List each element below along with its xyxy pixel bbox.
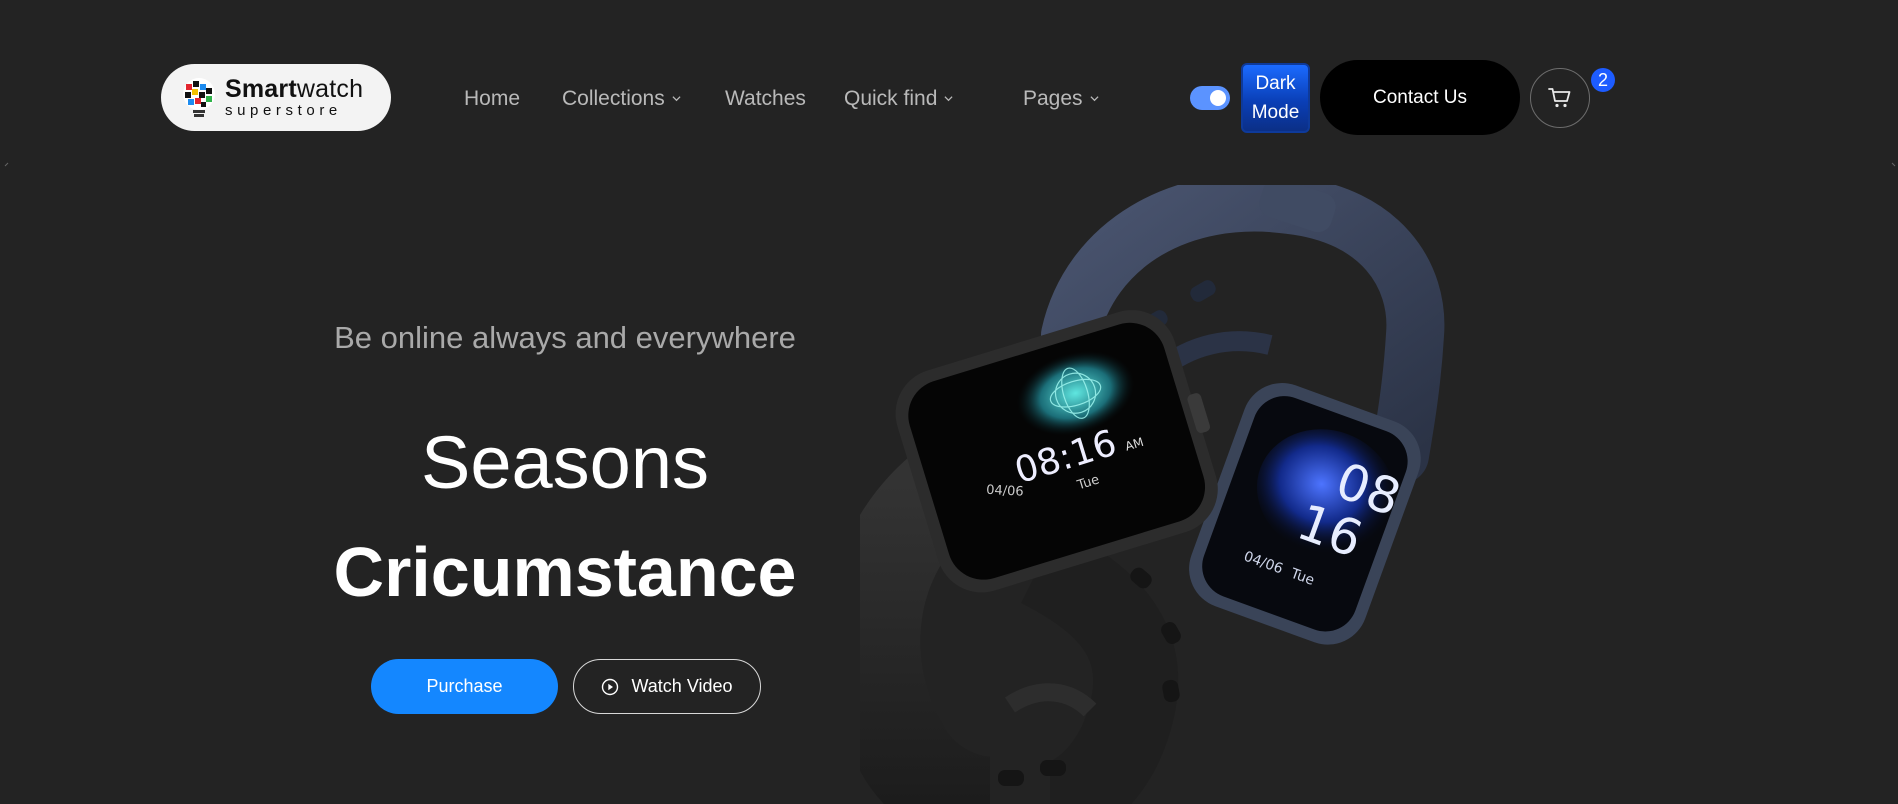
contact-us-label: Contact Us: [1373, 86, 1467, 108]
purchase-label: Purchase: [426, 676, 503, 696]
nav-item-watches[interactable]: Watches: [725, 84, 806, 114]
nav-label: Watches: [725, 87, 806, 110]
smartwatches-product-image: 08 16 04/06 Tue 08:16 AM 04/06 Tue: [860, 185, 1445, 804]
purchase-button[interactable]: Purchase: [371, 659, 558, 714]
nav-item-home[interactable]: Home: [464, 84, 520, 114]
logo-wordmark: Smartwatch superstore: [225, 75, 364, 119]
watch-face-date: 04/06: [986, 483, 1024, 500]
hero-title-line2: Cricumstance: [333, 533, 797, 611]
play-circle-icon: [602, 678, 619, 695]
toggle-knob: [1210, 90, 1226, 106]
logo-word-superstore: superstore: [225, 102, 342, 119]
corner-mark: [1891, 162, 1896, 167]
page: Smartwatch superstore Home Collections W…: [0, 0, 1898, 804]
watch-video-label: Watch Video: [631, 676, 733, 696]
chevron-down-icon: [944, 95, 953, 101]
watch-video-button[interactable]: Watch Video: [573, 659, 761, 714]
hero-title-line1: Seasons: [421, 421, 709, 504]
nav-item-pages[interactable]: Pages: [1023, 84, 1099, 114]
dark-mode-label-line2: Mode: [1251, 102, 1300, 123]
logo-word-watch: watch: [296, 75, 364, 103]
theme-toggle[interactable]: [1190, 86, 1230, 110]
nav-label: Pages: [1023, 87, 1083, 110]
corner-mark: [4, 162, 9, 167]
contact-us-button[interactable]: Contact Us: [1320, 60, 1520, 135]
dark-mode-label-line1: Dark: [1255, 73, 1296, 94]
shopping-cart-icon: [1548, 88, 1571, 108]
logo-word-smart: Smart: [225, 75, 297, 103]
cart-button[interactable]: [1530, 68, 1590, 128]
chevron-down-icon: [1090, 95, 1099, 101]
logo-bulb-icon: [183, 77, 215, 117]
nav-item-quick-find[interactable]: Quick find: [844, 84, 953, 114]
nav-label: Home: [464, 87, 521, 110]
chevron-down-icon: [672, 95, 681, 101]
nav-label: Collections: [562, 87, 665, 110]
cart-count-badge: 2: [1591, 68, 1615, 92]
dark-mode-button[interactable]: Dark Mode: [1241, 63, 1310, 133]
nav-label: Quick find: [844, 87, 938, 110]
site-logo[interactable]: Smartwatch superstore: [161, 64, 391, 131]
nav-item-collections[interactable]: Collections: [562, 84, 681, 114]
hero-tagline: Be online always and everywhere: [334, 320, 796, 355]
